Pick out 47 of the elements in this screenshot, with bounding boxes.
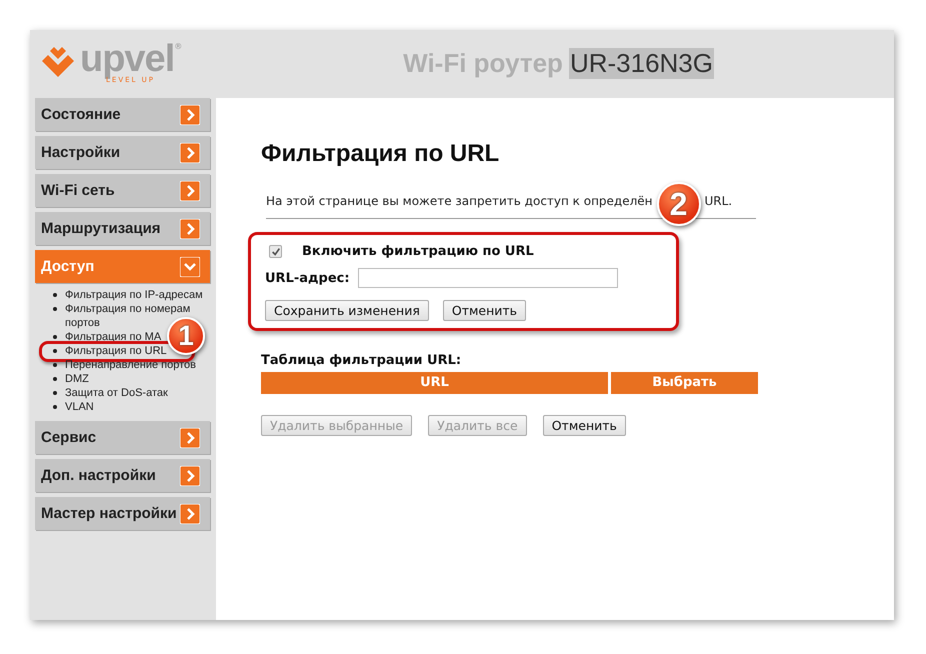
registered-mark: ®: [174, 42, 182, 50]
table-button[interactable]: Отменить: [542, 415, 626, 436]
arrow-icon: [180, 180, 200, 200]
menu-item[interactable]: Доп. настройки: [35, 459, 210, 492]
form-button[interactable]: Отменить: [442, 300, 526, 321]
menu-item[interactable]: Мастер настройки: [35, 497, 210, 530]
arrow-icon: [180, 466, 200, 486]
checkbox[interactable]: [269, 245, 282, 258]
submenu-link[interactable]: Фильтрация по IP-адресам: [65, 288, 203, 302]
table-title: Таблица фильтрации URL:: [261, 353, 462, 368]
menu-item[interactable]: Настройки: [35, 136, 210, 169]
model-name: UR-316N3G: [568, 48, 714, 78]
arrow-icon: [180, 104, 200, 124]
arrow-icon: [180, 256, 200, 276]
menu-item[interactable]: Wi-Fi сеть: [35, 174, 210, 207]
arrow-icon: [180, 218, 200, 238]
url-input-field[interactable]: [358, 268, 618, 288]
description-text: На этой странице вы можете запретить доступ к определён: [266, 194, 652, 208]
bullet-icon: [53, 377, 57, 381]
step-badge: 2: [656, 182, 700, 226]
bullet-icon: [53, 307, 57, 311]
submenu-link[interactable]: Фильтрация по URL: [65, 344, 167, 358]
menu-item[interactable]: Маршрутизация: [35, 212, 210, 245]
column-header: URL: [261, 372, 608, 394]
menu-item[interactable]: Сервис: [35, 421, 210, 454]
bullet-icon: [53, 293, 57, 297]
description-text: URL.: [704, 194, 732, 208]
form-button[interactable]: Сохранить изменения: [265, 300, 429, 321]
arrow-icon: [180, 428, 200, 448]
submenu-link[interactable]: DMZ: [65, 372, 89, 386]
submenu-link[interactable]: VLAN: [65, 400, 94, 414]
arrow-icon: [180, 142, 200, 162]
checkbox-label: Включить фильтрацию по URL: [302, 244, 534, 259]
bullet-icon: [53, 349, 57, 353]
submenu-link[interactable]: Фильтрация по MA: [65, 330, 162, 344]
field-label: URL-адрес:: [265, 270, 350, 286]
column-header: Выбрать: [611, 372, 758, 394]
bullet-icon: [53, 405, 57, 409]
bullet-icon: [53, 391, 57, 395]
menu-item[interactable]: Состояние: [35, 98, 210, 131]
arrow-icon: [180, 504, 200, 524]
step-badge: 1: [167, 317, 205, 355]
page-title: Фильтрация по URL: [261, 140, 500, 168]
submenu-link[interactable]: Перенаправление портов: [65, 358, 196, 372]
submenu-link[interactable]: Защита от DoS-атак: [65, 386, 168, 400]
bullet-icon: [53, 335, 57, 339]
bullet-icon: [53, 363, 57, 367]
